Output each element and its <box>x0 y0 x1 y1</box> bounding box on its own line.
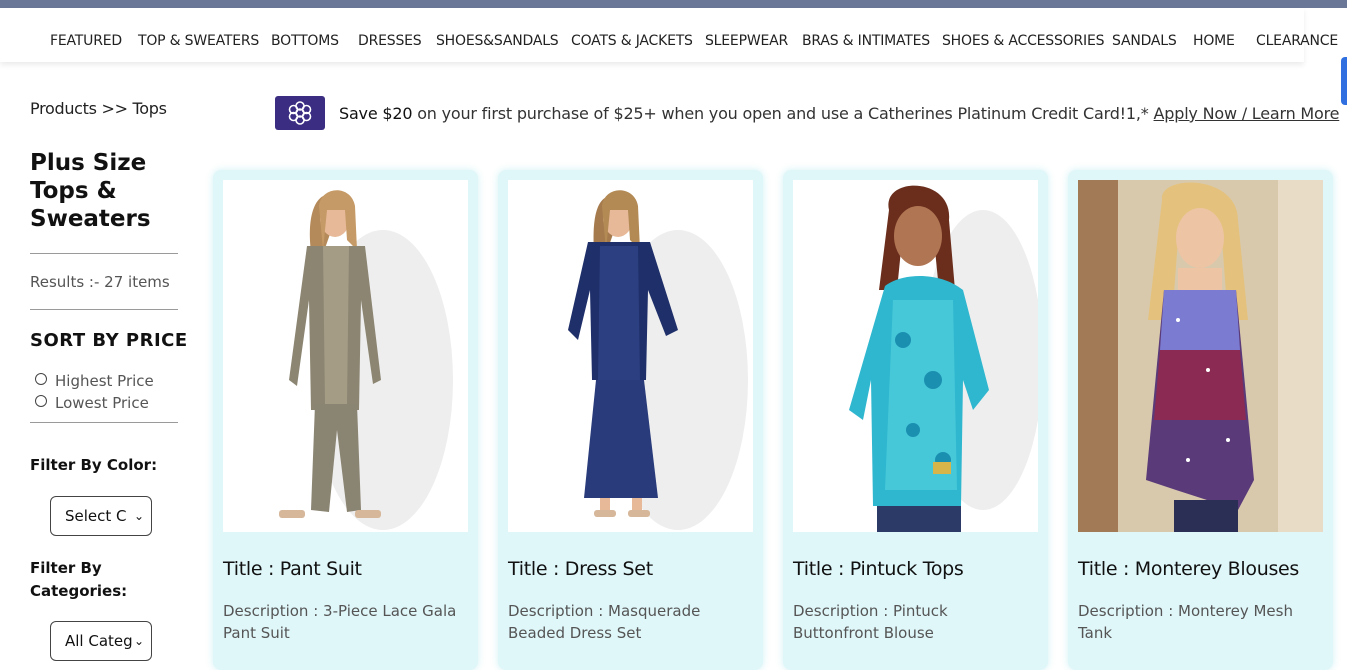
category-select-value: All Categ <box>65 632 133 650</box>
product-title[interactable]: Title : Monterey Blouses <box>1078 558 1299 580</box>
product-image[interactable] <box>1078 180 1323 532</box>
divider <box>30 309 178 310</box>
color-select[interactable]: Select C ⌄ <box>50 496 152 536</box>
sort-option-label: Lowest Price <box>55 394 149 412</box>
sort-option-label: Highest Price <box>55 372 154 390</box>
page-title: Plus Size Tops & Sweaters <box>30 150 151 232</box>
nav-item-shoes-accessories[interactable]: SHOES & ACCESSORIES <box>942 33 1104 49</box>
promo-banner: Save $20 on your first purchase of $25+ … <box>275 96 1339 130</box>
product-card[interactable]: Title : Pant Suit Description : 3-Piece … <box>213 170 478 670</box>
nav-item-clearance[interactable]: CLEARANCE <box>1256 33 1338 49</box>
product-description: Description : Monterey Mesh Tank <box>1078 602 1293 642</box>
product-description: Description : 3-Piece Lace Gala Pant Sui… <box>223 602 457 642</box>
top-strip <box>0 0 1347 8</box>
breadcrumb[interactable]: Products >> Tops <box>30 99 167 118</box>
chevron-down-icon: ⌄ <box>133 634 144 648</box>
nav-item-bottoms[interactable]: BOTTOMS <box>271 33 339 49</box>
radio-button[interactable] <box>35 395 47 407</box>
product-image[interactable] <box>793 180 1038 532</box>
product-image[interactable] <box>508 180 753 532</box>
product-description: Description : Pintuck Buttonfront Blouse <box>793 602 948 642</box>
nav-item-home[interactable]: HOME <box>1193 33 1235 49</box>
nav-item-featured[interactable]: FEATURED <box>50 33 122 49</box>
product-card[interactable]: Title : Dress Set Description : Masquera… <box>498 170 763 670</box>
nav-item-sandals[interactable]: SANDALS <box>1112 33 1177 49</box>
nav-item-tops-sweaters[interactable]: TOP & SWEATERS <box>138 33 259 49</box>
sort-lowest-price-option[interactable]: Lowest Price <box>35 394 149 412</box>
credit-card-badge-icon <box>275 96 325 130</box>
results-count: Results :- 27 items <box>30 273 170 291</box>
product-card[interactable]: Title : Pintuck Tops Description : Pintu… <box>783 170 1048 670</box>
radio-button[interactable] <box>35 373 47 385</box>
product-card[interactable]: Title : Monterey Blouses Description : M… <box>1068 170 1333 670</box>
category-select[interactable]: All Categ ⌄ <box>50 621 152 661</box>
nav-item-sleepwear[interactable]: SLEEPWEAR <box>705 33 788 49</box>
nav-item-coats-jackets[interactable]: COATS & JACKETS <box>571 33 693 49</box>
product-image[interactable] <box>223 180 468 532</box>
product-title[interactable]: Title : Pintuck Tops <box>793 558 964 580</box>
nav-item-shoes-sandals[interactable]: SHOES&SANDALS <box>436 33 559 49</box>
promo-body: on your first purchase of $25+ when you … <box>412 104 1149 123</box>
product-title[interactable]: Title : Pant Suit <box>223 558 362 580</box>
promo-text: Save $20 on your first purchase of $25+ … <box>339 104 1339 123</box>
product-description: Description : Masquerade Beaded Dress Se… <box>508 602 701 642</box>
nav-item-bras-intimates[interactable]: BRAS & INTIMATES <box>802 33 930 49</box>
product-title[interactable]: Title : Dress Set <box>508 558 653 580</box>
side-feedback-tab[interactable] <box>1341 57 1347 105</box>
top-navigation: FEATURED TOP & SWEATERS BOTTOMS DRESSES … <box>0 8 1338 62</box>
sort-highest-price-option[interactable]: Highest Price <box>35 372 154 390</box>
divider <box>30 253 178 254</box>
chevron-down-icon: ⌄ <box>133 509 144 523</box>
category-filter-label: Filter By Categories: <box>30 559 128 600</box>
color-select-value: Select C <box>65 507 127 525</box>
sort-by-price-heading: SORT BY PRICE <box>30 330 188 351</box>
apply-now-link[interactable]: Apply Now / Learn More <box>1154 104 1340 123</box>
nav-item-dresses[interactable]: DRESSES <box>358 33 422 49</box>
divider <box>30 422 178 423</box>
promo-highlight: Save $20 <box>339 104 413 123</box>
color-filter-label: Filter By Color: <box>30 456 158 474</box>
